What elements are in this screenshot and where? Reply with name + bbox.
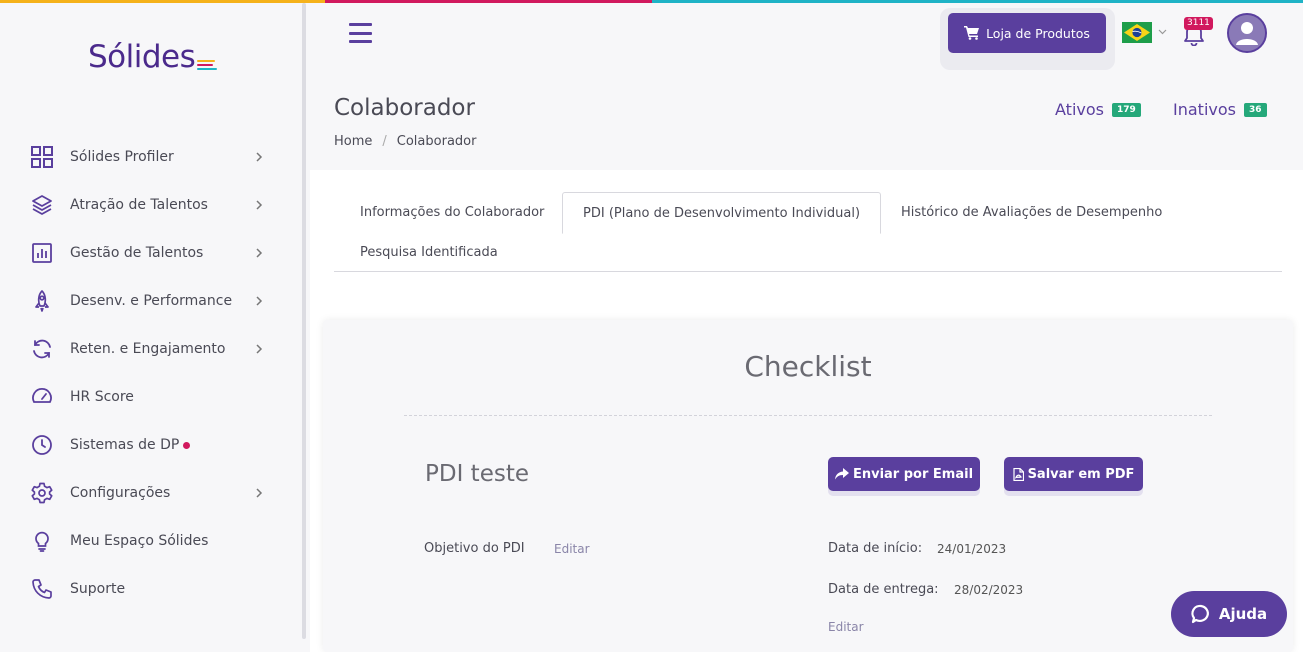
grid-icon [30,145,54,169]
inactive-label: Inativos [1173,100,1236,119]
rocket-icon [30,289,54,313]
send-email-label: Enviar por Email [852,466,974,482]
breadcrumb-separator: / [382,134,387,149]
save-pdf-label: Salvar em PDF [1027,466,1135,482]
gauge-icon [30,385,54,409]
sidebar-item-desenv-performance[interactable]: Desenv. e Performance [0,277,302,325]
bar-chart-icon [30,241,54,265]
checklist-title: Checklist [744,350,872,383]
sidebar-item-gestao-talentos[interactable]: Gestão de Talentos [0,229,302,277]
phone-icon [30,577,54,601]
sidebar-item-reten-engajamento[interactable]: Reten. e Engajamento [0,325,302,373]
tab-pdi[interactable]: PDI (Plano de Desenvolvimento Individual… [562,192,882,234]
sidebar-item-label: Atração de Talentos [70,197,208,213]
checklist-card: Checklist PDI teste Enviar por Email Sal… [323,320,1293,652]
pdf-file-icon [1012,467,1024,481]
refresh-icon [30,337,54,361]
shop-products-button[interactable]: Loja de Produtos [948,13,1106,53]
help-button[interactable]: Ajuda [1171,591,1287,637]
layers-icon [30,193,54,217]
chevron-right-icon [256,152,263,162]
notification-count-badge: 3111 [1184,17,1213,30]
active-label: Ativos [1055,100,1104,119]
sidebar-item-label: Meu Espaço Sólides [70,533,209,549]
flag-brazil-icon[interactable] [1122,22,1152,43]
pdi-name: PDI teste [425,461,529,487]
inactive-count-badge: 36 [1243,102,1267,117]
menu-toggle-icon[interactable] [349,23,372,43]
tab-pesquisa-identificada[interactable]: Pesquisa Identificada [360,245,498,260]
chevron-right-icon [256,200,263,210]
sidebar-item-hr-score[interactable]: HR Score [0,373,302,421]
gear-icon [30,481,54,505]
sidebar-item-label: Configurações [70,485,171,501]
chevron-right-icon [256,296,263,306]
save-pdf-button[interactable]: Salvar em PDF [1004,457,1143,491]
sidebar-item-meu-espaco[interactable]: Meu Espaço Sólides [0,517,302,565]
active-count-badge: 179 [1111,102,1141,117]
breadcrumb: Home / Colaborador [334,134,476,149]
due-date-label: Data de entrega: [828,582,939,597]
shop-button-label: Loja de Produtos [986,25,1090,41]
sidebar-menu: Sólides Profiler Atração de Talentos Ges… [0,133,302,613]
breadcrumb-home-link[interactable]: Home [334,134,372,149]
breadcrumb-current: Colaborador [396,134,477,149]
sidebar: Sólides Sólides Profiler Atração de Tale… [0,3,302,652]
logo-bars [197,60,218,70]
edit-objective-link[interactable]: Editar [554,542,590,556]
solides-logo[interactable]: Sólides [88,39,218,75]
employee-tabs: Informações do Colaborador PDI (Plano de… [334,192,1282,272]
page-title: Colaborador [334,95,475,121]
start-date-label: Data de início: [828,541,923,556]
sidebar-item-configuracoes[interactable]: Configurações [0,469,302,517]
chevron-right-icon [256,248,263,258]
divider [404,415,1212,416]
due-date-value: 28/02/2023 [954,583,1024,597]
chevron-right-icon [256,344,263,354]
help-label: Ajuda [1218,605,1268,623]
tab-historico-avaliacoes[interactable]: Histórico de Avaliações de Desempenho [901,205,1162,220]
sidebar-item-label: Desenv. e Performance [70,293,233,309]
clock-icon [30,433,54,457]
objective-label: Objetivo do PDI [424,541,525,556]
sidebar-scrollbar[interactable] [302,3,306,639]
sidebar-item-label: Sólides Profiler [70,149,174,165]
cart-icon [964,26,980,40]
language-chevron-down-icon[interactable] [1158,27,1167,36]
chat-bubble-icon [1191,604,1209,624]
sidebar-item-label: HR Score [70,389,134,405]
chevron-right-icon [256,488,263,498]
sidebar-item-suporte[interactable]: Suporte [0,565,302,613]
tab-informacoes-colaborador[interactable]: Informações do Colaborador [360,205,544,220]
sidebar-item-sistemas-dp[interactable]: Sistemas de DP [0,421,302,469]
share-icon [834,468,849,480]
edit-dates-link[interactable]: Editar [828,620,864,634]
logo-text: Sólides [88,39,196,75]
sidebar-item-label: Gestão de Talentos [70,245,204,261]
send-email-button[interactable]: Enviar por Email [828,457,980,491]
sidebar-item-solides-profiler[interactable]: Sólides Profiler [0,133,302,181]
new-indicator-dot [183,441,191,449]
sidebar-item-label: Sistemas de DP [70,437,191,453]
sidebar-item-atracao-talentos[interactable]: Atração de Talentos [0,181,302,229]
user-icon [1229,15,1265,51]
user-avatar[interactable] [1227,13,1267,53]
sidebar-item-label: Suporte [70,581,126,597]
active-employees-filter[interactable]: Ativos 179 [1055,100,1141,119]
sidebar-item-label: Reten. e Engajamento [70,341,226,357]
start-date-value: 24/01/2023 [937,542,1007,556]
inactive-employees-filter[interactable]: Inativos 36 [1173,100,1267,119]
lightbulb-icon [30,529,54,553]
